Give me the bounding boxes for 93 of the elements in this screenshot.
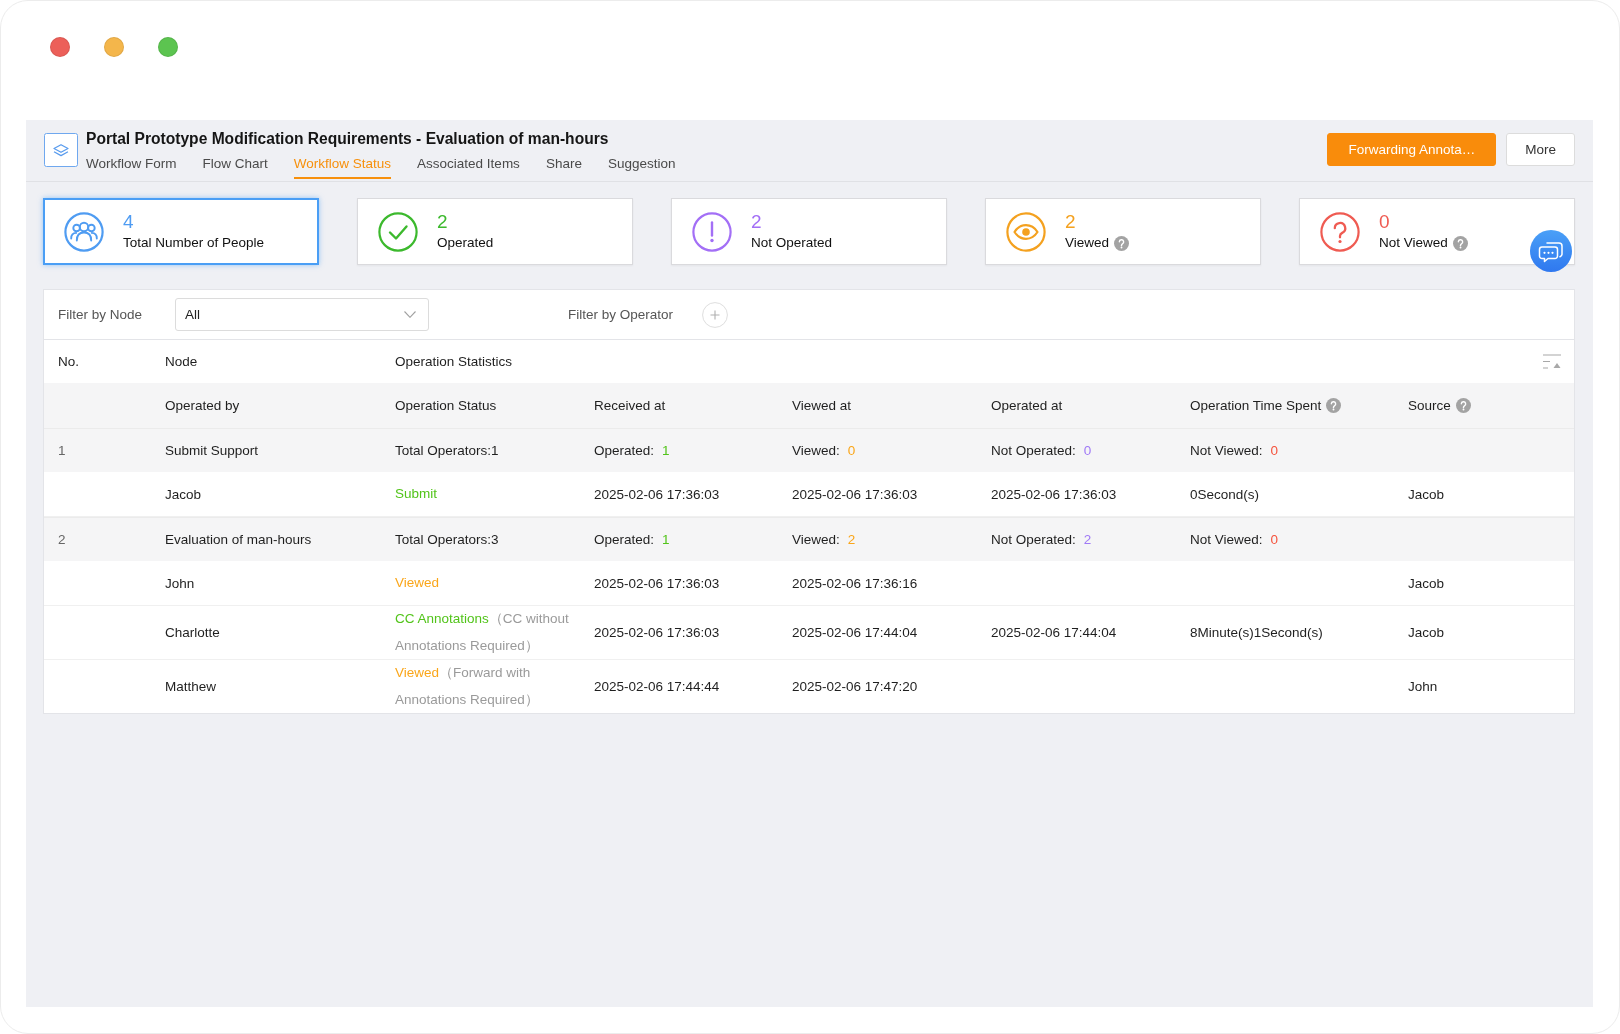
stat-value: 4 (123, 211, 134, 233)
count-label: Not Operated: (991, 443, 1076, 458)
table-cell: Jacob (165, 486, 202, 502)
table-cell: 1 (58, 443, 66, 458)
count-value: 0 (1270, 443, 1279, 458)
column-header: Received at (594, 398, 666, 413)
close-button[interactable] (50, 37, 70, 57)
count-label: Not Viewed: (1190, 532, 1263, 547)
help-icon[interactable] (1326, 398, 1342, 413)
help-icon[interactable] (1455, 398, 1471, 413)
stat-value: 2 (1065, 211, 1076, 233)
table-cell: 2025-02-06 17:36:03 (792, 486, 918, 502)
count-label: Viewed: (792, 532, 840, 547)
status-text: Submit (395, 484, 438, 503)
count-value: 2 (847, 532, 856, 547)
filter-label: Filter by Node (58, 307, 143, 322)
stat-label: Not Viewed (1379, 234, 1448, 252)
more-button[interactable]: More (1506, 133, 1575, 166)
table-cell: Matthew (165, 679, 217, 694)
stat-card[interactable]: 0 Not Viewed (1299, 198, 1575, 265)
plus-icon[interactable] (702, 301, 729, 328)
column-header: Operation Time Spent (1190, 398, 1322, 413)
table-cell: Charlotte (165, 625, 220, 640)
tab[interactable]: Share (545, 154, 582, 179)
column-header: Operated at (991, 398, 1063, 413)
table-cell: Evaluation of man-hours (165, 532, 312, 547)
table-cell: Jacob (1408, 625, 1445, 640)
chat-icon[interactable] (1530, 230, 1572, 272)
table-cell: 2025-02-06 17:47:20 (792, 679, 918, 694)
table-cell: 2025-02-06 17:36:03 (594, 575, 720, 591)
count-value: 0 (1270, 532, 1279, 547)
count-label: Not Operated: (991, 532, 1076, 547)
table-cell: 2025-02-06 17:36:16 (792, 575, 918, 591)
tab[interactable]: Flow Chart (202, 154, 268, 179)
stat-value: 2 (437, 211, 448, 233)
tab[interactable]: Workflow Form (86, 154, 177, 179)
table-cell: Total Operators:1 (395, 443, 499, 458)
chevron-down-icon (404, 311, 416, 318)
count-label: Operated: (594, 532, 655, 547)
stat-card[interactable]: 2 Operated (357, 198, 633, 265)
help-icon[interactable] (1452, 235, 1468, 251)
table-cell: 2025-02-06 17:36:03 (594, 486, 720, 502)
table-cell: Submit Support (165, 443, 259, 458)
count-label: Viewed: (792, 443, 840, 458)
stat-label: Viewed (1065, 234, 1110, 252)
tab[interactable]: Associated Items (417, 154, 520, 179)
table-cell: John (1408, 679, 1438, 694)
table-cell: 2025-02-06 17:36:03 (594, 625, 720, 640)
sort-icon[interactable] (1543, 354, 1561, 369)
table-cell: 2 (58, 532, 66, 547)
stat-label: Total Number of People (123, 234, 265, 252)
column-header: Viewed at (792, 398, 852, 413)
tab[interactable]: Suggestion (607, 154, 676, 179)
table-cell: 2025-02-06 17:44:44 (594, 679, 720, 694)
filter-label: Filter by Operator (568, 307, 674, 322)
table-cell: John (165, 575, 195, 591)
table-cell: 8Minute(s)1Second(s) (1190, 625, 1323, 640)
count-value: 0 (847, 443, 856, 458)
table-cell: 0Second(s) (1190, 486, 1260, 502)
node-select[interactable]: All (175, 298, 429, 331)
minimize-button[interactable] (104, 37, 124, 57)
status-text: Viewed（Forward with Annotations Required） (395, 664, 540, 709)
stat-label: Not Operated (751, 234, 833, 252)
column-header: No. (58, 354, 79, 369)
stat-card[interactable]: 4 Total Number of People (43, 198, 319, 265)
count-value: 2 (1083, 532, 1092, 547)
count-value: 1 (662, 443, 670, 458)
count-label: Not Viewed: (1190, 443, 1263, 458)
table-cell: Jacob (1408, 486, 1445, 502)
status-text: CC Annotations（CC without Annotations Required） (395, 610, 570, 655)
layers-icon (44, 133, 78, 167)
table-cell: 2025-02-06 17:44:04 (991, 625, 1117, 640)
count-value: 0 (1083, 443, 1092, 458)
zoom-button[interactable] (158, 37, 178, 57)
page-title: Portal Prototype Modification Requirements - Evaluation of man-hours (86, 129, 610, 149)
count-label: Operated: (594, 443, 655, 458)
column-header: Operation Status (395, 398, 497, 413)
table-cell: 2025-02-06 17:44:04 (792, 625, 918, 640)
stat-card[interactable]: 2 Not Operated (671, 198, 947, 265)
count-value: 1 (662, 532, 670, 547)
table-cell: 2025-02-06 17:36:03 (991, 486, 1117, 502)
table-cell: Total Operators:3 (395, 532, 499, 547)
table-cell: Jacob (1408, 575, 1445, 591)
stat-value: 2 (751, 211, 762, 233)
stat-label: Operated (437, 234, 494, 252)
column-header: Operated by (165, 398, 240, 413)
help-icon[interactable] (1114, 235, 1130, 251)
column-header: Operation Statistics (395, 354, 513, 369)
stat-card[interactable]: 2 Viewed (985, 198, 1261, 265)
column-header: Source (1408, 398, 1451, 413)
column-header: Node (165, 354, 198, 369)
stat-value: 0 (1379, 211, 1390, 233)
status-text: Viewed (395, 573, 440, 592)
